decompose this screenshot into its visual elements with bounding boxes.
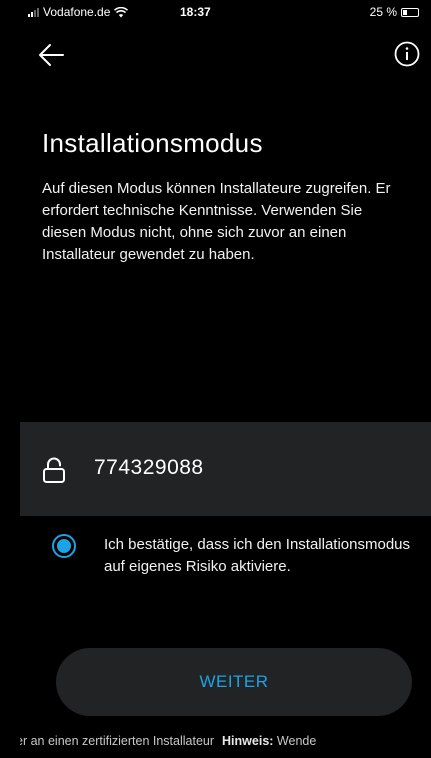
carrier-label: Vodafone.de <box>43 5 111 19</box>
weiter-button[interactable]: WEITER <box>56 648 412 716</box>
hint-ticker-content: er an einen zertifizierten Installateur H… <box>20 734 316 748</box>
page-description: Auf diesen Modus können Installateure zu… <box>42 180 391 263</box>
wifi-icon <box>114 6 129 17</box>
status-left: Vodafone.de <box>28 5 129 19</box>
battery-fill <box>403 9 407 15</box>
arrow-left-icon <box>39 44 64 66</box>
battery-icon <box>401 7 419 17</box>
installer-code: 774329088 <box>94 456 204 479</box>
confirm-label[interactable]: Ich bestätige, dass ich den Installation… <box>104 534 424 578</box>
battery-percent: 25 % <box>369 5 397 19</box>
confirm-radio[interactable] <box>52 534 76 558</box>
status-right: 25 % <box>370 5 419 19</box>
lock-icon <box>43 457 65 483</box>
radio-selected-dot <box>57 539 71 553</box>
status-time: 18:37 <box>180 5 211 19</box>
installer-code-panel: 774329088 <box>20 422 431 516</box>
info-button[interactable] <box>393 40 421 68</box>
ticker-text: er an einen zertifizierten Installateur <box>20 734 215 748</box>
ticker-hint-label: Hinweis: <box>222 734 274 748</box>
ticker-hint-text: Wende <box>276 734 317 748</box>
confirm-risk-option[interactable]: Ich bestätige, dass ich den Installation… <box>52 530 422 610</box>
status-bar: Vodafone.de 18:37 25 % <box>0 0 431 24</box>
hint-ticker: er an einen zertifizierten Installateur H… <box>20 734 431 754</box>
signal-icon <box>28 7 39 17</box>
back-button[interactable] <box>36 40 66 70</box>
info-circle-icon <box>394 41 420 67</box>
page-title: Installationsmodus <box>42 128 263 158</box>
